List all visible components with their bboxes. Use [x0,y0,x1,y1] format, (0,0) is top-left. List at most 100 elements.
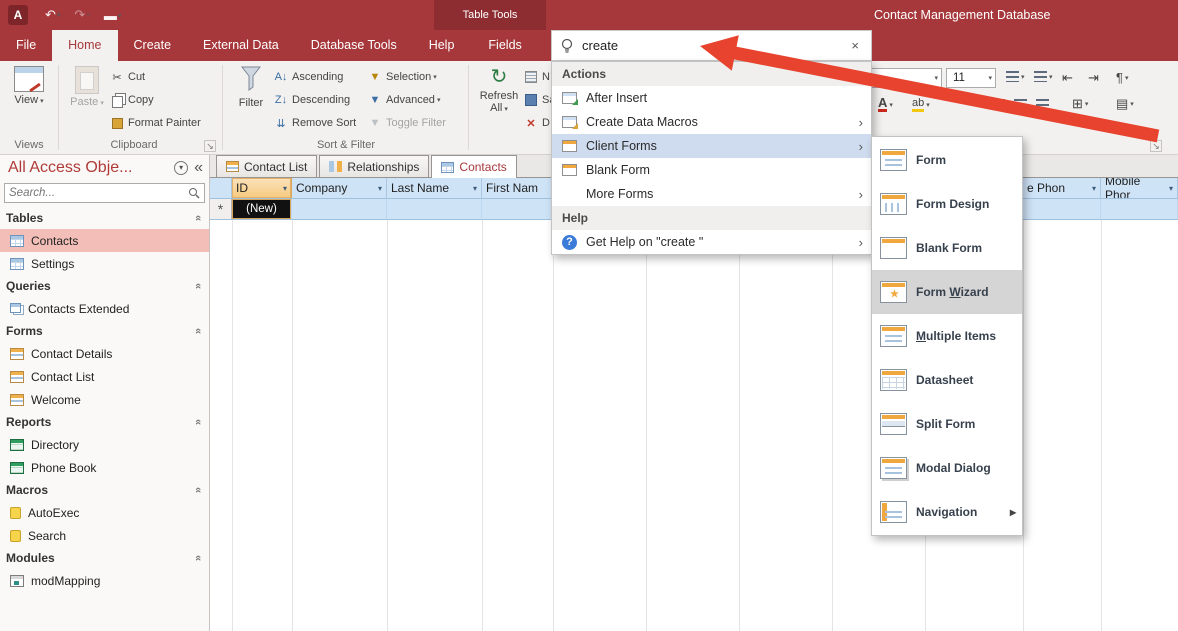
column-header-home-phone[interactable]: e Phon▾ [1023,178,1101,199]
nav-item-directory[interactable]: Directory [0,433,209,456]
tab-create[interactable]: Create [118,30,188,61]
collapse-chevron-icon[interactable]: « [192,555,204,561]
save-record-button-partial[interactable]: Sa [524,90,552,110]
tell-me-search-box[interactable]: × [551,30,872,61]
doc-tab-relationships[interactable]: Relationships [319,155,429,177]
menu-item-after-insert[interactable]: After Insert [552,86,871,110]
view-button[interactable]: View▾ [6,64,52,106]
submenu-item-split-form[interactable]: Split Form [872,402,1022,446]
selection-button[interactable]: ▼ Selection▾ [368,67,437,87]
copy-button[interactable]: Copy [110,90,154,110]
font-name-combo[interactable]: ▾ [864,68,942,88]
paste-button[interactable]: Paste▾ [64,64,110,108]
tab-home[interactable]: Home [52,30,117,61]
column-dropdown-icon[interactable]: ▾ [1169,184,1173,193]
nav-category-menu-icon[interactable]: ▾ [174,161,188,175]
new-record-button-partial[interactable]: N [524,67,552,87]
advanced-button[interactable]: ▼ Advanced▾ [368,90,440,110]
submenu-item-form-wizard[interactable]: Form Wizard [872,270,1022,314]
nav-group-forms[interactable]: Forms« [0,320,209,342]
cell-home-phone[interactable] [1023,199,1101,220]
font-color-button[interactable]: A▾ [878,97,893,112]
descending-button[interactable]: Z↓ Descending [274,90,350,110]
tell-me-search-input[interactable] [582,38,847,53]
column-header-last-name[interactable]: Last Name▾ [387,178,482,199]
align-center-button[interactable] [1014,99,1027,110]
submenu-item-form-design[interactable]: Form Design [872,182,1022,226]
text-highlight-button[interactable]: ab▾ [912,97,930,112]
alternate-row-color-button[interactable]: ▤▾ [1116,96,1134,112]
format-painter-button[interactable]: Format Painter [110,113,201,133]
menu-item-create-data-macros[interactable]: Create Data Macros › [552,110,871,134]
nav-item-contacts-extended[interactable]: Contacts Extended [0,297,209,320]
ascending-button[interactable]: A↓ Ascending [274,67,343,87]
remove-sort-button[interactable]: ⇊ Remove Sort [274,113,356,133]
align-left-button[interactable] [992,99,1005,110]
cell-mobile-phone[interactable] [1101,199,1178,220]
font-size-combo[interactable]: 11 ▾ [946,68,996,88]
delete-record-button-partial[interactable]: ✕ D [524,113,552,133]
access-app-icon[interactable] [8,5,28,25]
nav-group-reports[interactable]: Reports« [0,411,209,433]
menu-item-more-forms[interactable]: More Forms › [552,182,871,206]
bullets-button[interactable]: ▾ [1006,71,1025,82]
doc-tab-contact-list[interactable]: Contact List [216,155,317,177]
text-formatting-dialog-launcher[interactable]: ↘ [1150,140,1162,152]
cut-button[interactable]: ✂ Cut [110,67,145,87]
nav-group-modules[interactable]: Modules« [0,547,209,569]
column-dropdown-icon[interactable]: ▾ [283,184,287,193]
doc-tab-contacts[interactable]: Contacts [431,155,516,178]
nav-group-tables[interactable]: Tables« [0,207,209,229]
increase-indent-button[interactable]: ⇥ [1088,70,1099,86]
cell-last-name[interactable] [387,199,482,220]
numbering-button[interactable]: ▾ [1034,71,1053,82]
nav-item-settings[interactable]: Settings [0,252,209,275]
collapse-chevron-icon[interactable]: « [192,419,204,425]
collapse-chevron-icon[interactable]: « [192,215,204,221]
toggle-filter-button[interactable]: ▼ Toggle Filter [368,113,446,133]
collapse-chevron-icon[interactable]: « [192,328,204,334]
cell-first-name[interactable] [482,199,553,220]
collapse-chevron-icon[interactable]: « [192,487,204,493]
column-header-mobile-phone[interactable]: Mobile Phor▾ [1101,178,1178,199]
clipboard-dialog-launcher[interactable]: ↘ [204,140,216,152]
nav-item-autoexec[interactable]: AutoExec [0,501,209,524]
menu-item-blank-form[interactable]: Blank Form [552,158,871,182]
submenu-item-modal-dialog[interactable]: Modal Dialog [872,446,1022,490]
menu-item-get-help[interactable]: ? Get Help on "create " › [552,230,871,254]
nav-item-phone-book[interactable]: Phone Book [0,456,209,479]
nav-search-input[interactable] [9,187,188,199]
align-right-button[interactable] [1036,99,1049,110]
nav-item-contact-details[interactable]: Contact Details [0,342,209,365]
nav-item-search[interactable]: Search [0,524,209,547]
undo-icon[interactable]: ↶▾ [45,7,60,23]
decrease-indent-button[interactable]: ⇤ [1062,70,1073,86]
nav-group-queries[interactable]: Queries« [0,275,209,297]
submenu-item-blank-form[interactable]: Blank Form [872,226,1022,270]
filter-button[interactable]: Filter [230,64,272,109]
nav-search-box[interactable] [4,183,205,203]
menu-item-client-forms[interactable]: Client Forms › [552,134,871,158]
submenu-item-multiple-items[interactable]: Multiple Items [872,314,1022,358]
submenu-item-form[interactable]: Form [872,138,1022,182]
submenu-item-datasheet[interactable]: Datasheet [872,358,1022,402]
cell-company[interactable] [292,199,387,220]
collapse-chevron-icon[interactable]: « [192,283,204,289]
submenu-item-navigation[interactable]: Navigation ▸ [872,490,1022,534]
refresh-all-button[interactable]: ↻ Refresh All▾ [476,64,522,114]
nav-item-welcome[interactable]: Welcome [0,388,209,411]
tab-fields[interactable]: Fields [472,30,537,61]
new-row-marker[interactable]: * [210,199,232,220]
nav-group-macros[interactable]: Macros« [0,479,209,501]
cell-id-new[interactable]: (New) [232,199,292,220]
nav-item-contacts[interactable]: Contacts [0,229,209,252]
column-dropdown-icon[interactable]: ▾ [378,184,382,193]
nav-item-contact-list[interactable]: Contact List [0,365,209,388]
column-dropdown-icon[interactable]: ▾ [1092,184,1096,193]
redo-icon[interactable]: ↷▾ [74,7,89,23]
column-header-first-name[interactable]: First Nam [482,178,553,199]
column-dropdown-icon[interactable]: ▾ [473,184,477,193]
tab-database-tools[interactable]: Database Tools [295,30,413,61]
gridlines-button[interactable]: ⊞▾ [1072,96,1088,112]
header-corner-cell[interactable] [210,178,232,199]
